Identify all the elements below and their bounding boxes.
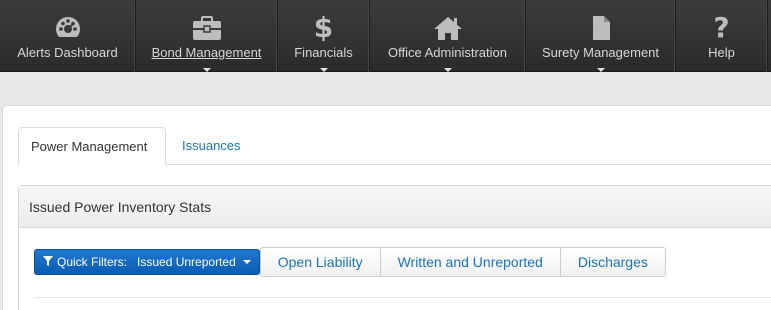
nav-alerts-dashboard[interactable]: Alerts Dashboard	[0, 0, 136, 72]
chevron-down-icon	[319, 68, 328, 72]
content-panel: Power Management Issuances Issued Power …	[2, 105, 771, 310]
filter-row: Quick Filters: Issued Unreported Open Li…	[34, 247, 666, 277]
open-liability-button[interactable]: Open Liability	[259, 247, 381, 277]
nav-label: Office Administration	[388, 45, 507, 60]
quick-filters-dropdown[interactable]: Quick Filters: Issued Unreported	[34, 249, 260, 275]
tab-issuances[interactable]: Issuances	[170, 127, 253, 166]
question-mark-icon: ?	[713, 11, 730, 44]
filter-button-group: Open Liability Written and Unreported Di…	[259, 247, 666, 277]
nav-bond-management[interactable]: Bond Management	[136, 0, 278, 72]
discharges-button[interactable]: Discharges	[559, 247, 666, 277]
nav-label: Surety Management	[541, 45, 660, 60]
nav-surety-management[interactable]: Surety Management	[526, 0, 676, 72]
tab-power-management[interactable]: Power Management	[18, 127, 166, 166]
nav-financials[interactable]: $ Financials	[278, 0, 370, 72]
dollar-sign-icon: $	[313, 11, 334, 44]
nav-label: Financials	[294, 45, 353, 60]
filter-icon	[43, 255, 53, 269]
main-navigation: Alerts Dashboard Bond Management $ Finan…	[0, 0, 771, 72]
tab-bar: Power Management Issuances	[18, 127, 771, 166]
nav-help[interactable]: ? Help	[676, 0, 768, 72]
quick-filters-label: Quick Filters:	[57, 255, 128, 269]
dashboard-gauge-icon	[52, 13, 83, 43]
stats-title: Issued Power Inventory Stats	[19, 186, 771, 228]
chevron-down-icon	[443, 68, 452, 72]
nav-office-administration[interactable]: Office Administration	[370, 0, 526, 72]
briefcase-icon	[192, 13, 222, 43]
nav-label: Alerts Dashboard	[17, 45, 118, 60]
document-icon	[586, 13, 616, 43]
nav-label: Bond Management	[151, 45, 262, 60]
written-and-unreported-button[interactable]: Written and Unreported	[379, 247, 561, 277]
chevron-down-icon	[596, 68, 605, 72]
issued-power-inventory-stats: Issued Power Inventory Stats Quick Filte…	[18, 185, 771, 310]
nav-label: Help	[708, 45, 735, 60]
home-icon	[433, 13, 463, 43]
quick-filters-selected: Issued Unreported	[137, 255, 236, 269]
chevron-down-icon	[202, 68, 211, 72]
divider	[34, 297, 771, 298]
chevron-down-icon	[242, 260, 251, 264]
